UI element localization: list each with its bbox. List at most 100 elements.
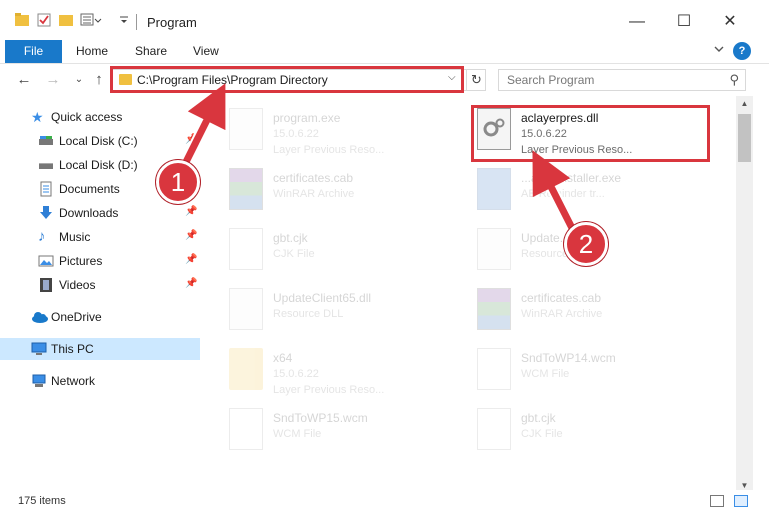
- sidebar-item-local-disk-c[interactable]: Local Disk (C:) 📌: [0, 130, 200, 152]
- close-button[interactable]: ✕: [718, 10, 742, 34]
- help-button[interactable]: ?: [733, 42, 751, 60]
- new-folder-icon[interactable]: [58, 12, 78, 32]
- file-icon: [229, 408, 263, 450]
- sidebar-item-videos[interactable]: Videos 📌: [0, 274, 200, 296]
- sidebar-item-label: Music: [59, 230, 91, 244]
- pin-icon: 📌: [185, 254, 198, 265]
- tab-home[interactable]: Home: [76, 40, 108, 63]
- customize-icon[interactable]: [80, 12, 102, 32]
- dropdown-arrow-icon[interactable]: [118, 12, 138, 32]
- sidebar-item-label: Pictures: [59, 254, 103, 268]
- exe-icon: [229, 108, 263, 150]
- file-item[interactable]: program.exe 15.0.6.22 Layer Previous Res…: [203, 102, 453, 158]
- folder-icon: [14, 12, 34, 32]
- file-item[interactable]: certificates.cab WinRAR Archive: [451, 282, 701, 338]
- annotation-badge-2: 2: [564, 222, 608, 266]
- vertical-scrollbar[interactable]: ▲ ▼: [736, 96, 753, 494]
- title-bar: Program — ☐ ✕: [0, 0, 769, 40]
- sidebar-item-pictures[interactable]: Pictures 📌: [0, 250, 200, 272]
- sidebar-item-label: This PC: [51, 342, 94, 356]
- file-name: certificates.cab: [273, 171, 354, 185]
- refresh-icon[interactable]: ↻: [466, 70, 486, 90]
- music-icon: ♪: [38, 228, 46, 245]
- details-view-icon[interactable]: [710, 495, 724, 507]
- file-name: x64: [273, 351, 293, 365]
- file-name: SndToWP14.wcm: [521, 351, 616, 365]
- chevron-down-icon[interactable]: [710, 42, 728, 60]
- file-type: WinRAR Archive: [521, 308, 603, 320]
- videos-icon: [38, 277, 54, 293]
- file-item[interactable]: ...amminstaller.exe AE Reminder tr...: [451, 162, 701, 218]
- file-item[interactable]: x64 15.0.6.22 Layer Previous Reso...: [203, 342, 453, 398]
- pin-icon: 📌: [185, 230, 198, 241]
- file-version: 15.0.6.22: [273, 128, 319, 140]
- file-version: 15.0.6.22: [273, 368, 319, 380]
- sidebar-item-label: Videos: [59, 278, 96, 292]
- back-arrow-icon[interactable]: ←: [15, 71, 33, 89]
- annotation-badge-1: 1: [156, 160, 200, 204]
- minimize-button[interactable]: —: [625, 10, 649, 34]
- scrollbar-thumb[interactable]: [738, 114, 751, 162]
- file-type: WCM File: [521, 368, 570, 380]
- file-name: ...amminstaller.exe: [521, 171, 622, 185]
- sidebar-item-label: Quick access: [51, 110, 123, 124]
- file-item[interactable]: gbt.cjk CJK File: [451, 402, 701, 458]
- tab-file[interactable]: File: [5, 40, 62, 63]
- properties-icon[interactable]: [36, 12, 56, 32]
- sidebar-item-music[interactable]: ♪ Music 📌: [0, 226, 200, 248]
- sidebar-item-label: Local Disk (C:): [59, 134, 138, 148]
- file-type: CJK File: [273, 248, 315, 260]
- address-highlight-box: [110, 66, 464, 93]
- sidebar-item-network[interactable]: Network: [0, 370, 200, 392]
- file-item[interactable]: SndToWP14.wcm WCM File: [451, 342, 701, 398]
- installer-icon: [477, 168, 511, 210]
- folder-icon: [229, 348, 263, 390]
- pin-icon: 📌: [185, 278, 198, 289]
- search-box[interactable]: Search Program ⚲: [498, 69, 746, 91]
- sidebar-item-this-pc[interactable]: This PC: [0, 338, 200, 360]
- large-icons-view-icon[interactable]: [734, 495, 748, 507]
- up-arrow-icon[interactable]: ↑: [90, 71, 108, 89]
- file-item[interactable]: certificates.cab WinRAR Archive: [203, 162, 453, 218]
- file-item[interactable]: SndToWP15.wcm WCM File: [203, 402, 453, 458]
- search-input[interactable]: Search Program: [507, 73, 594, 87]
- file-type: Resource DLL: [273, 308, 344, 320]
- item-count: 175 items: [18, 495, 66, 507]
- status-bar: 175 items: [0, 490, 769, 512]
- file-icon: [229, 228, 263, 270]
- documents-icon: [38, 181, 54, 197]
- title-separator: [136, 14, 137, 30]
- file-description: Layer Previous Reso...: [273, 144, 385, 156]
- navigation-pane: ★ Quick access Local Disk (C:) 📌 Local D…: [0, 100, 203, 490]
- file-type: CJK File: [521, 428, 563, 440]
- download-icon: [38, 205, 54, 221]
- scroll-up-icon[interactable]: ▲: [736, 96, 753, 112]
- sidebar-item-onedrive[interactable]: OneDrive: [0, 306, 200, 328]
- file-description: AE Reminder tr...: [521, 188, 605, 200]
- file-name: certificates.cab: [521, 291, 602, 305]
- gear-file-icon: [477, 228, 511, 270]
- sidebar-item-downloads[interactable]: Downloads 📌: [0, 202, 200, 224]
- tab-view[interactable]: View: [193, 40, 219, 63]
- sidebar-item-label: Local Disk (D:): [59, 158, 138, 172]
- winrar-icon: [229, 168, 263, 210]
- maximize-button[interactable]: ☐: [672, 10, 696, 34]
- star-icon: ★: [31, 109, 44, 125]
- window-title: Program: [147, 15, 197, 30]
- search-icon[interactable]: ⚲: [729, 72, 739, 88]
- file-name: program.exe: [273, 111, 341, 125]
- recent-locations-icon[interactable]: ⌄: [70, 71, 88, 89]
- winrar-icon: [477, 288, 511, 330]
- file-item[interactable]: UpdateClient65.dll Resource DLL: [203, 282, 453, 338]
- file-description: Layer Previous Reso...: [273, 384, 385, 396]
- gear-file-icon: [229, 288, 263, 330]
- sidebar-item-quick-access[interactable]: ★ Quick access: [0, 106, 200, 128]
- file-name: gbt.cjk: [273, 231, 308, 245]
- file-name: gbt.cjk: [521, 411, 556, 425]
- sidebar-item-label: Network: [51, 374, 96, 388]
- file-item[interactable]: gbt.cjk CJK File: [203, 222, 453, 278]
- drive-icon: [38, 157, 54, 173]
- file-type: WinRAR Archive: [273, 188, 355, 200]
- forward-arrow-icon[interactable]: →: [44, 71, 62, 89]
- tab-share[interactable]: Share: [135, 40, 167, 63]
